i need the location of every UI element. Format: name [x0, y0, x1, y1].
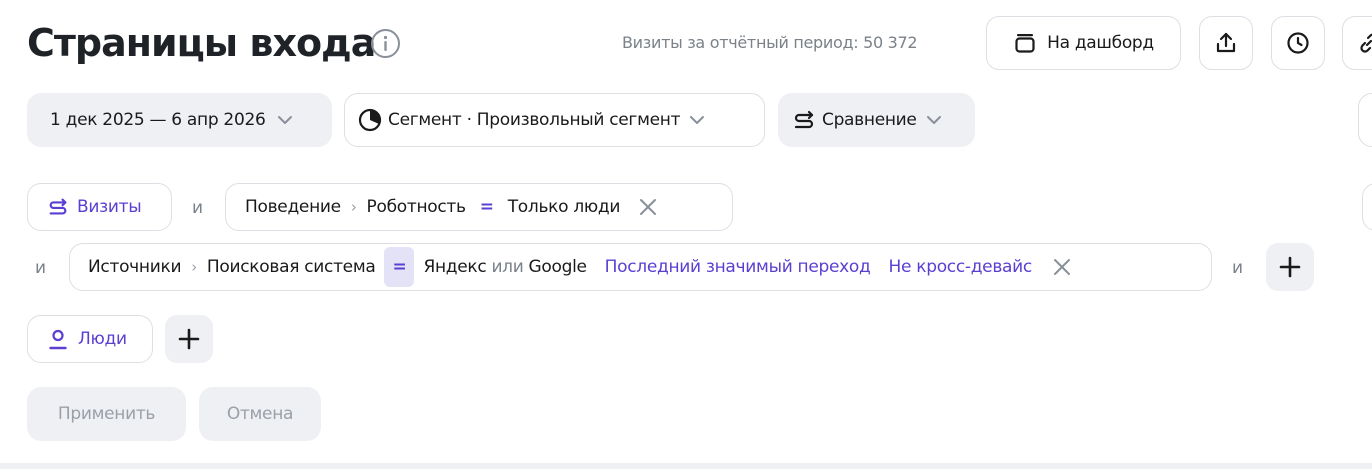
dashboard-icon: [1013, 31, 1037, 55]
segment-label: Сегмент · Произвольный сегмент: [388, 110, 681, 130]
compare-icon: [792, 108, 816, 132]
plus-icon: [178, 328, 200, 350]
compare-icon: [47, 196, 69, 218]
segment-select[interactable]: Сегмент · Произвольный сегмент: [344, 93, 765, 147]
chevron-down-icon: [686, 109, 708, 131]
condition-field: Поисковая система: [206, 257, 376, 277]
visits-chip-label: Визиты: [77, 197, 142, 217]
condition-category: Поведение: [245, 197, 341, 217]
info-icon[interactable]: [370, 28, 401, 59]
chevron-down-icon: [923, 109, 945, 131]
cross-device-link[interactable]: Не кросс-девайс: [888, 257, 1032, 277]
dashboard-label: На дашборд: [1047, 33, 1154, 53]
condition-value-google: Google: [528, 257, 587, 277]
cancel-button[interactable]: Отмена: [199, 387, 321, 441]
condition-value-yandex: Яндекс: [423, 257, 487, 277]
person-icon: [47, 328, 69, 350]
robotness-condition[interactable]: Поведение › Роботность = Только люди: [225, 183, 733, 231]
add-condition-button[interactable]: [1266, 243, 1314, 291]
equals-operator[interactable]: =: [384, 247, 415, 287]
condition-value: Только люди: [507, 197, 621, 217]
and-conjunction: и: [1232, 258, 1244, 278]
people-chip-label: Люди: [78, 329, 127, 349]
search-engine-condition[interactable]: Источники › Поисковая система = Яндекс и…: [69, 243, 1212, 291]
pie-chart-icon: [358, 108, 382, 132]
condition-field: Роботность: [366, 197, 467, 217]
plus-icon: [1279, 256, 1301, 278]
link-icon: [1357, 31, 1372, 55]
attribution-model-link[interactable]: Последний значимый переход: [605, 257, 871, 277]
add-people-condition-button[interactable]: [165, 315, 213, 363]
and-conjunction: и: [35, 258, 47, 278]
condition-category: Источники: [88, 257, 182, 277]
add-to-dashboard-button[interactable]: На дашборд: [986, 16, 1181, 70]
copy-link-button[interactable]: [1342, 16, 1372, 70]
toolbar-overflow-button[interactable]: [1358, 93, 1372, 147]
share-button[interactable]: [1199, 16, 1253, 70]
conditions-overflow-button[interactable]: [1362, 183, 1372, 231]
and-conjunction: и: [192, 198, 204, 218]
or-conjunction: или: [491, 257, 524, 277]
history-button[interactable]: [1271, 16, 1325, 70]
share-icon: [1215, 32, 1237, 54]
close-icon[interactable]: [1052, 257, 1072, 277]
date-range-label: 1 дек 2025 — 6 апр 2026: [50, 110, 266, 130]
comparison-select[interactable]: Сравнение: [778, 93, 975, 147]
visits-chip[interactable]: Визиты: [27, 183, 172, 231]
clock-icon: [1286, 31, 1310, 55]
people-chip[interactable]: Люди: [27, 315, 153, 363]
compare-label: Сравнение: [822, 110, 917, 130]
close-icon[interactable]: [638, 197, 658, 217]
page-title: Страницы входа: [27, 21, 376, 65]
apply-button[interactable]: Применить: [27, 387, 186, 441]
chevron-right-icon: ›: [191, 258, 197, 276]
chevron-down-icon: [274, 109, 296, 131]
bottom-divider: [0, 463, 1372, 469]
equals-operator[interactable]: =: [480, 197, 494, 217]
date-range-picker[interactable]: 1 дек 2025 — 6 апр 2026: [27, 93, 332, 147]
chevron-right-icon: ›: [350, 198, 357, 216]
visits-count: Визиты за отчётный период: 50 372: [622, 33, 918, 52]
